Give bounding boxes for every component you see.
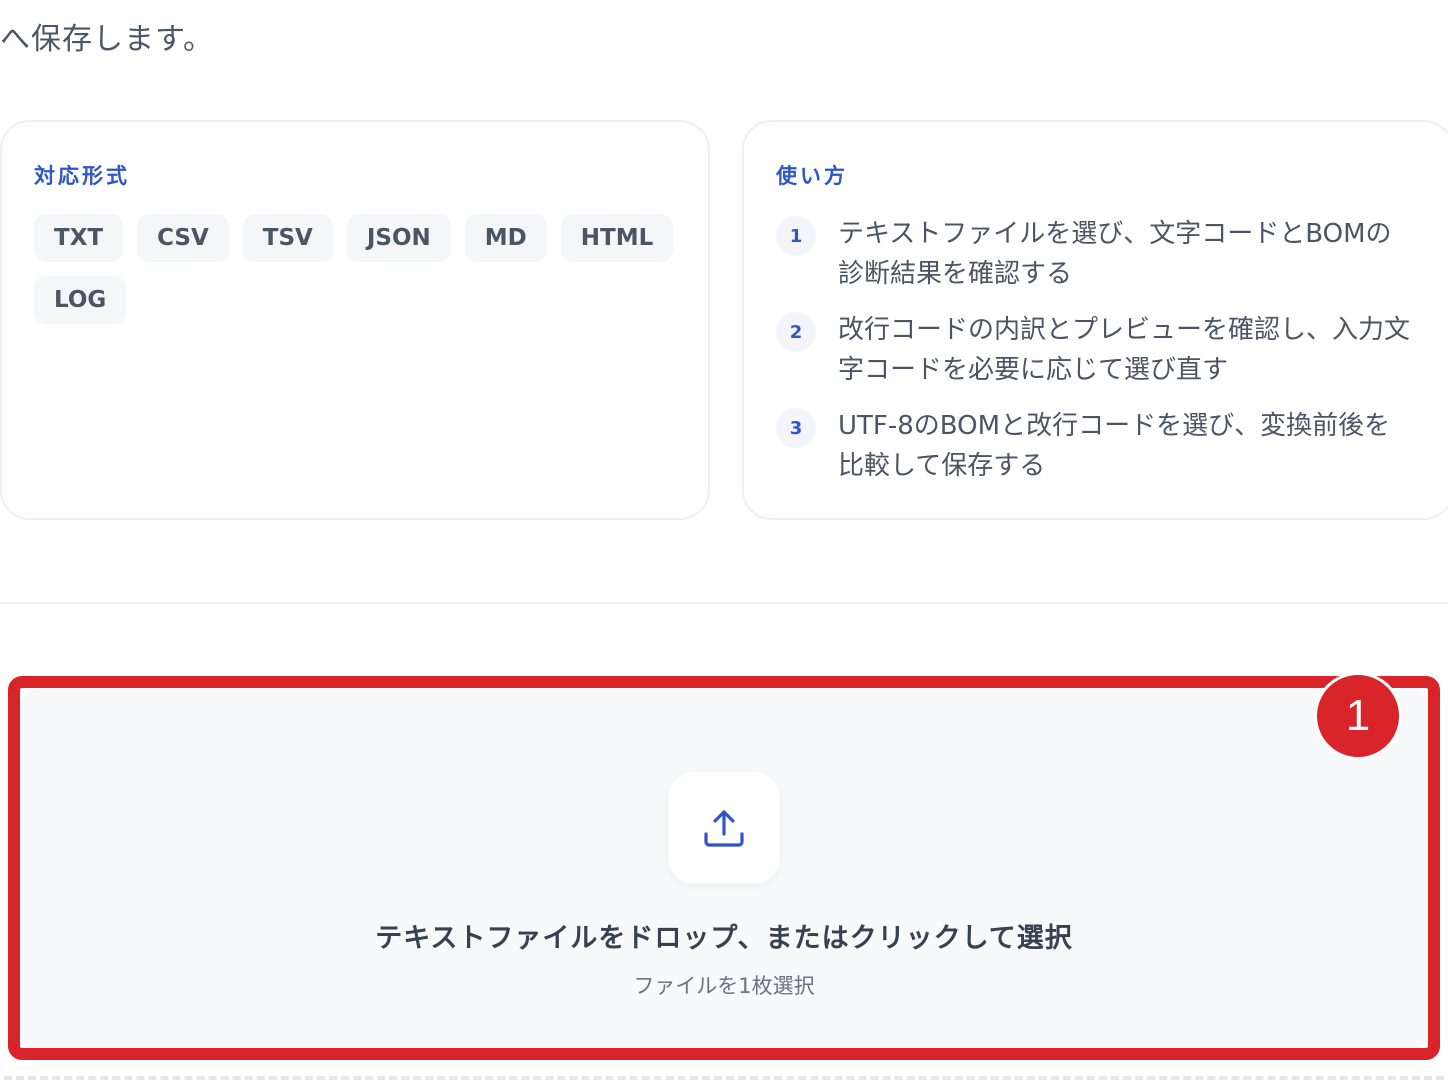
- step-text: 改行コードの内訳とプレビューを確認し、入力文字コードを必要に応じて選び直す: [838, 315, 1411, 385]
- format-chip: JSON: [346, 214, 451, 262]
- format-chip: LOG: [34, 276, 127, 324]
- formats-card-title: 対応形式: [34, 164, 130, 188]
- step-item: 2 改行コードの内訳とプレビューを確認し、入力文字コードを必要に応じて選び直す: [776, 310, 1416, 390]
- dropzone-dashed-border: [4, 1076, 1444, 1080]
- upload-button[interactable]: [668, 772, 780, 884]
- format-chip: CSV: [137, 214, 229, 262]
- step-number: 3: [776, 408, 816, 448]
- upload-icon: [704, 810, 744, 847]
- section-divider: [0, 602, 1448, 604]
- step-number: 2: [776, 312, 816, 352]
- howto-card: 使い方 1 テキストファイルを選び、文字コードとBOMの診断結果を確認する 2 …: [742, 120, 1448, 520]
- step-number: 1: [776, 216, 816, 256]
- format-chip: TXT: [34, 214, 124, 262]
- page: へ保存します。 対応形式 TXT CSV TSV JSON MD HTML LO…: [0, 0, 1448, 1086]
- intro-text: へ保存します。: [0, 22, 214, 57]
- format-chip: MD: [464, 214, 547, 262]
- step-item: 3 UTF-8のBOMと改行コードを選び、変換前後を比較して保存する: [776, 406, 1416, 486]
- step-list: 1 テキストファイルを選び、文字コードとBOMの診断結果を確認する 2 改行コー…: [776, 214, 1416, 502]
- dropzone-subtitle: ファイルを1枚選択: [633, 974, 815, 998]
- formats-card: 対応形式 TXT CSV TSV JSON MD HTML LOG: [0, 120, 710, 520]
- step-text: テキストファイルを選び、文字コードとBOMの診断結果を確認する: [838, 219, 1392, 289]
- dropzone-title: テキストファイルをドロップ、またはクリックして選択: [375, 923, 1073, 954]
- step-text: UTF-8のBOMと改行コードを選び、変換前後を比較して保存する: [838, 411, 1391, 481]
- step-item: 1 テキストファイルを選び、文字コードとBOMの診断結果を確認する: [776, 214, 1416, 294]
- annotation-badge: 1: [1314, 672, 1402, 760]
- format-chip-list: TXT CSV TSV JSON MD HTML LOG: [34, 214, 674, 324]
- format-chip: HTML: [560, 214, 674, 262]
- format-chip: TSV: [242, 214, 333, 262]
- howto-card-title: 使い方: [776, 164, 848, 188]
